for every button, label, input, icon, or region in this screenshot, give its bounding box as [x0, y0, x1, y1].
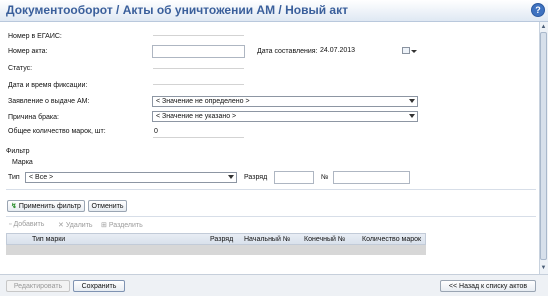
cancel-filter-button[interactable]: Отменить	[88, 200, 127, 212]
delete-icon: ✕	[58, 222, 64, 229]
fix-datetime-value-line	[153, 84, 244, 85]
date-input[interactable]: 24.07.2013	[320, 45, 400, 58]
type-label: Тип	[8, 174, 20, 181]
add-icon: ▫	[9, 221, 12, 228]
column-mark-type[interactable]: Тип марки	[32, 236, 65, 243]
scroll-up-icon[interactable]: ▲	[540, 23, 547, 31]
filter-icon: ↯	[11, 203, 17, 210]
defect-label: Причина брака:	[8, 114, 59, 121]
split-icon: ⊞	[101, 222, 107, 229]
application-select[interactable]: < Значение не определено >	[152, 96, 418, 107]
number-label: №	[321, 174, 329, 181]
defect-reason-value: < Значение не указано >	[156, 113, 237, 120]
chevron-down-icon	[409, 114, 415, 118]
add-button[interactable]: ▫ Добавить	[9, 221, 44, 228]
number-input[interactable]	[333, 171, 410, 184]
help-icon[interactable]: ?	[531, 3, 545, 17]
fix-datetime-label: Дата и время фиксации:	[8, 82, 88, 89]
status-label: Статус:	[8, 65, 33, 72]
date-label: Дата составления:	[257, 48, 318, 55]
calendar-icon[interactable]	[402, 47, 410, 54]
filter-title: Фильтр	[6, 148, 30, 155]
egais-value-line	[153, 35, 244, 36]
application-select-value: < Значение не определено >	[156, 98, 250, 105]
type-select-value: < Все >	[29, 174, 54, 181]
back-to-acts-button[interactable]: << Назад к списку актов	[440, 280, 536, 292]
chevron-down-icon[interactable]	[411, 50, 417, 53]
act-number-input[interactable]	[152, 45, 245, 58]
total-marks-value: 0	[154, 128, 158, 135]
act-number-label: Номер акта:	[8, 48, 48, 55]
column-start-number[interactable]: Начальный №	[244, 236, 290, 243]
delete-label: Удалить	[65, 222, 93, 229]
total-marks-line	[153, 137, 244, 138]
column-end-number[interactable]: Конечный №	[304, 236, 345, 243]
scroll-down-icon[interactable]: ▼	[540, 264, 547, 272]
mark-label: Марка	[12, 159, 33, 166]
rank-input[interactable]	[274, 171, 314, 184]
rank-label: Разряд	[244, 174, 268, 181]
type-select[interactable]: < Все >	[25, 172, 237, 183]
application-label: Заявление о выдаче АМ:	[8, 98, 90, 105]
egais-label: Номер в ЕГАИС:	[8, 33, 62, 40]
total-marks-label: Общее количество марок, шт:	[8, 128, 106, 135]
apply-filter-label: Применить фильтр	[18, 203, 81, 210]
save-button[interactable]: Сохранить	[73, 280, 125, 292]
status-value-line	[153, 68, 244, 69]
scroll-thumb[interactable]	[540, 32, 547, 260]
delete-button[interactable]: ✕ Удалить	[58, 221, 93, 229]
chevron-down-icon	[409, 99, 415, 103]
column-mark-count[interactable]: Количество марок	[362, 236, 421, 243]
defect-reason-select[interactable]: < Значение не указано >	[152, 111, 418, 122]
filter-divider	[6, 189, 536, 190]
page-title: Документооборот / Акты об уничтожении АМ…	[6, 3, 348, 17]
toolbar-divider	[6, 216, 536, 217]
chevron-down-icon	[228, 175, 234, 179]
add-label: Добавить	[13, 221, 45, 228]
split-button[interactable]: ⊞ Разделить	[101, 221, 143, 229]
split-label: Разделить	[108, 222, 143, 229]
table-body	[6, 245, 426, 255]
column-rank[interactable]: Разряд	[210, 236, 233, 243]
edit-button[interactable]: Редактировать	[6, 280, 70, 292]
apply-filter-button[interactable]: ↯ Применить фильтр	[7, 200, 85, 212]
